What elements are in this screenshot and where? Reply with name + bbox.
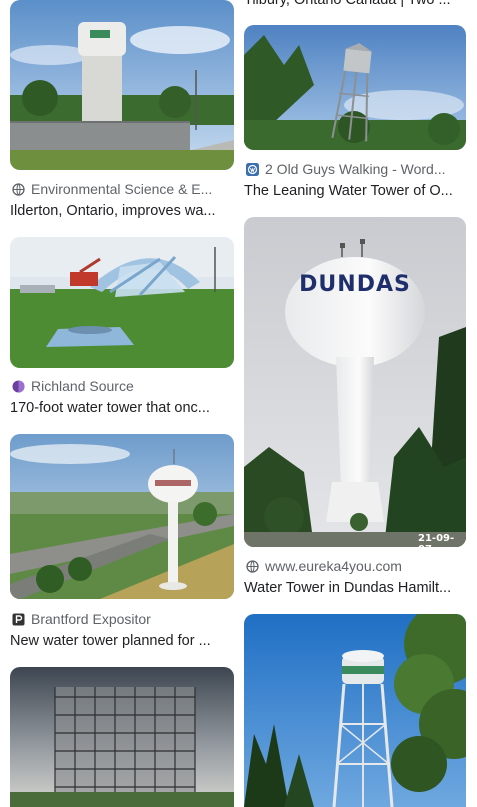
tower-lettering: DUNDAS — [299, 272, 411, 297]
result-caption[interactable]: Ilderton, Ontario, improves wa... — [10, 203, 232, 219]
partial-caption-top[interactable]: Tilbury, Ontario Canada | Two ... — [244, 0, 466, 8]
wordpress-icon — [246, 162, 259, 176]
result-caption[interactable]: Water Tower in Dundas Hamilt... — [244, 580, 466, 596]
result-caption[interactable]: 170-foot water tower that onc... — [10, 400, 232, 416]
result-caption[interactable]: The Leaning Water Tower of O... — [244, 183, 466, 199]
result-image-dundas-tower[interactable]: DUNDAS 21-09-07 — [244, 217, 466, 547]
result-source[interactable]: www.eureka4you.com — [246, 558, 466, 574]
result-caption[interactable]: New water tower planned for ... — [10, 633, 232, 649]
result-image-brantford-tower[interactable] — [10, 434, 234, 599]
globe-icon — [12, 182, 25, 196]
richland-source-icon — [12, 380, 25, 393]
result-source[interactable]: Environmental Science & E... — [12, 181, 224, 197]
result-source[interactable]: Richland Source — [12, 378, 224, 394]
result-image-leaning-tower[interactable] — [244, 25, 466, 150]
result-source[interactable]: Brantford Expositor — [12, 611, 224, 627]
fallen-tower-photo — [10, 237, 234, 368]
globe-icon — [246, 559, 259, 573]
brantford-p-icon — [12, 613, 25, 626]
result-image-fallen-tower[interactable] — [10, 237, 234, 368]
dundas-tower-photo — [244, 217, 466, 547]
result-image-ilderton-tower[interactable] — [10, 0, 234, 170]
result-source[interactable]: 2 Old Guys Walking - Word... — [246, 161, 466, 177]
result-source-label: Brantford Expositor — [31, 611, 151, 627]
result-image-scaffolding-tower[interactable] — [10, 667, 234, 807]
scaffolding-tower-photo — [10, 667, 234, 807]
brantford-tower-photo — [10, 434, 234, 599]
stilt-tower-photo — [244, 614, 466, 807]
result-image-stilt-tower[interactable] — [244, 614, 466, 807]
result-source-label: Richland Source — [31, 378, 134, 394]
leaning-tower-photo — [244, 25, 466, 150]
result-source-label: Environmental Science & E... — [31, 181, 213, 197]
result-source-label: www.eureka4you.com — [265, 558, 402, 574]
ilderton-tower-photo — [10, 0, 234, 170]
result-source-label: 2 Old Guys Walking - Word... — [265, 161, 446, 177]
image-date-stamp: 21-09-07 — [418, 533, 455, 547]
